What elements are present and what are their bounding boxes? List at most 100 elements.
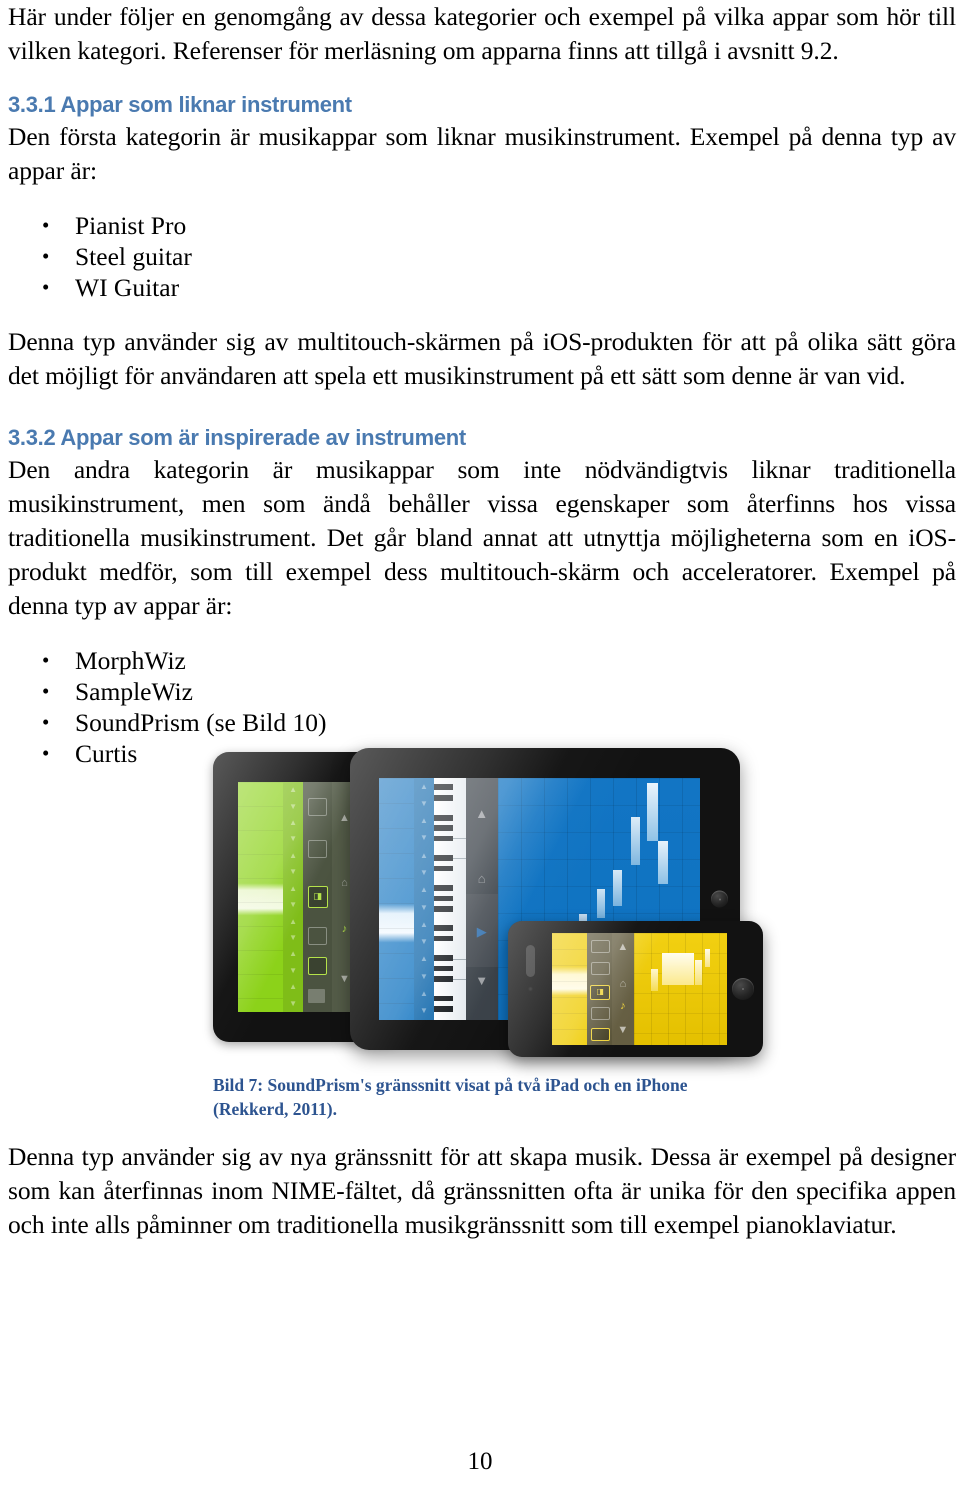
navigation-column[interactable]: ▲ ⌂ ♪ ▼ <box>611 933 635 1045</box>
list-item-label: Steel guitar <box>75 242 192 271</box>
note-arrow-column[interactable]: ▲ ▼ ▲ ▼ ▲ ▼ ▲ ▼ ▲ ▼ ▲ ▼ ▲ ▼ <box>283 782 303 1012</box>
arrow-down-icon[interactable]: ▼ <box>283 963 303 979</box>
info-toggle-icon[interactable] <box>308 989 326 1003</box>
midi-toggle-icon[interactable] <box>308 956 328 975</box>
heading-3-3-2: 3.3.2 Appar som är inspirerade av instru… <box>8 425 466 450</box>
arrow-up-icon[interactable]: ▲ <box>414 813 433 830</box>
arrow-down-icon[interactable]: ▼ <box>414 899 433 916</box>
home-button[interactable] <box>732 978 754 1000</box>
home-icon[interactable]: ⌂ <box>466 870 498 887</box>
arrow-down-icon[interactable]: ▼ <box>414 864 433 881</box>
page-content-bottom: Denna typ använder sig av nya gränssnitt… <box>8 1140 956 1242</box>
arrow-up-icon[interactable]: ▲ <box>283 979 303 995</box>
app-list-instrument-like: • Pianist Pro • Steel guitar • WI Guitar <box>8 210 956 303</box>
bullet-glyph: • <box>42 244 50 268</box>
note-arrow-column[interactable]: ▲ ▼ ▲ ▼ ▲ ▼ ▲ ▼ ▲ ▼ ▲ ▼ ▲ ▼ <box>414 778 434 1020</box>
list-item-label: SoundPrism (se Bild 10) <box>75 708 327 737</box>
intro-paragraph: Här under följer en genomgång av dessa k… <box>8 2 956 65</box>
page-content: Här under följer en genomgång av dessa k… <box>8 0 956 769</box>
piano-keys[interactable] <box>433 778 466 1020</box>
arrow-down-icon[interactable]: ▼ <box>414 1003 433 1020</box>
settings-toggle-icon[interactable]: ◨ <box>590 984 611 1000</box>
bullet-glyph: • <box>42 710 50 734</box>
section-331-closing-paragraph: Denna typ använder sig av multitouch-skä… <box>8 327 956 390</box>
list-item: • Steel guitar <box>8 241 956 272</box>
control-column[interactable]: ◨ <box>302 782 332 1012</box>
arrow-up-icon[interactable]: ▲ <box>414 951 433 968</box>
arrow-down-icon[interactable]: ▼ <box>283 897 303 913</box>
arrow-down-icon[interactable]: ▼ <box>414 968 433 985</box>
control-column[interactable]: ◨ <box>587 933 612 1045</box>
soundprism-ui-yellow: ◨ ▲ ⌂ ♪ ▼ <box>552 933 727 1045</box>
control-column[interactable]: ▲ ⌂ ▶ ▼ <box>465 778 498 1020</box>
list-item: • SoundPrism (se Bild 10) <box>8 707 956 738</box>
arrow-down-icon[interactable]: ▼ <box>283 864 303 880</box>
keyboard-toggle-icon[interactable] <box>590 939 610 953</box>
octave-down-icon[interactable]: ▼ <box>466 972 498 989</box>
arrow-up-icon[interactable]: ▲ <box>283 946 303 962</box>
section-332-closing-paragraph: Denna typ använder sig av nya gränssnitt… <box>8 1142 956 1239</box>
arrow-up-icon[interactable]: ▲ <box>283 848 303 864</box>
arrow-up-icon[interactable]: ▲ <box>414 916 433 933</box>
list-item-label: MorphWiz <box>75 646 186 675</box>
arrow-down-icon[interactable]: ▼ <box>283 798 303 814</box>
figure-caption: Bild 7: SoundPrism's gränssnitt visat på… <box>213 1075 688 1119</box>
arrow-up-icon[interactable]: ▲ <box>414 847 433 864</box>
tone-icon[interactable]: ♪ <box>612 998 635 1016</box>
chord-column[interactable] <box>379 778 415 1020</box>
arrow-up-icon[interactable]: ▲ <box>414 778 433 795</box>
bullet-glyph: • <box>42 679 50 703</box>
device-group: ▲ ▼ ▲ ▼ ▲ ▼ ▲ ▼ ▲ ▼ ▲ ▼ ▲ ▼ ◨ ▲ ⌂ ♪ ▼ ▲ … <box>0 735 960 1075</box>
document-page: Här under följer en genomgång av dessa k… <box>0 0 960 1507</box>
bullet-glyph: • <box>42 275 50 299</box>
list-item: • SampleWiz <box>8 676 956 707</box>
layout-toggle-icon[interactable] <box>590 962 610 976</box>
chord-toggle-icon[interactable] <box>590 1006 610 1021</box>
arrow-down-icon[interactable]: ▼ <box>283 995 303 1011</box>
settings-toggle-icon[interactable]: ◨ <box>307 885 328 909</box>
note-grid[interactable] <box>634 933 727 1045</box>
arrow-down-icon[interactable]: ▼ <box>414 934 433 951</box>
piano-keyboard[interactable] <box>433 778 466 1020</box>
arrow-up-icon[interactable]: ▲ <box>283 782 303 798</box>
heading-3-3-1: 3.3.1 Appar som liknar instrument <box>8 92 352 117</box>
home-icon[interactable]: ⌂ <box>612 976 635 994</box>
list-item: • MorphWiz <box>8 645 956 676</box>
octave-up-icon[interactable]: ▲ <box>612 939 635 957</box>
arrow-up-icon[interactable]: ▲ <box>283 815 303 831</box>
arrow-down-icon[interactable]: ▼ <box>283 831 303 847</box>
list-item: • WI Guitar <box>8 272 956 303</box>
list-item-label: Pianist Pro <box>75 211 187 240</box>
arrow-up-icon[interactable]: ▲ <box>414 985 433 1002</box>
arrow-up-icon[interactable]: ▲ <box>283 913 303 929</box>
octave-up-icon[interactable]: ▲ <box>466 805 498 822</box>
arrow-down-icon[interactable]: ▼ <box>283 930 303 946</box>
arrow-up-icon[interactable]: ▲ <box>414 882 433 899</box>
page-number: 10 <box>467 1448 493 1475</box>
bullet-glyph: • <box>42 648 50 672</box>
keyboard-toggle-icon[interactable] <box>308 798 328 817</box>
octave-down-icon[interactable]: ▼ <box>612 1021 635 1039</box>
list-item: • Pianist Pro <box>8 210 956 241</box>
layout-toggle-icon[interactable] <box>308 839 328 858</box>
bullet-glyph: • <box>42 213 50 237</box>
section-332-paragraph: Den andra kategorin är musikappar som in… <box>8 455 956 620</box>
list-item-label: WI Guitar <box>75 273 180 302</box>
midi-toggle-icon[interactable] <box>590 1028 610 1042</box>
iphone-yellow: ◨ ▲ ⌂ ♪ ▼ <box>508 921 763 1057</box>
chord-column[interactable] <box>552 933 587 1045</box>
home-button[interactable] <box>711 890 728 908</box>
iphone-yellow-screen: ◨ ▲ ⌂ ♪ ▼ <box>552 933 727 1045</box>
arrow-up-icon[interactable]: ▲ <box>283 881 303 897</box>
chord-column[interactable] <box>238 782 284 1012</box>
section-331-paragraph: Den första kategorin är musikappar som l… <box>8 122 956 185</box>
arrow-down-icon[interactable]: ▼ <box>414 830 433 847</box>
arrow-down-icon[interactable]: ▼ <box>414 795 433 812</box>
chord-toggle-icon[interactable] <box>308 926 328 945</box>
earpiece-speaker <box>526 945 535 977</box>
